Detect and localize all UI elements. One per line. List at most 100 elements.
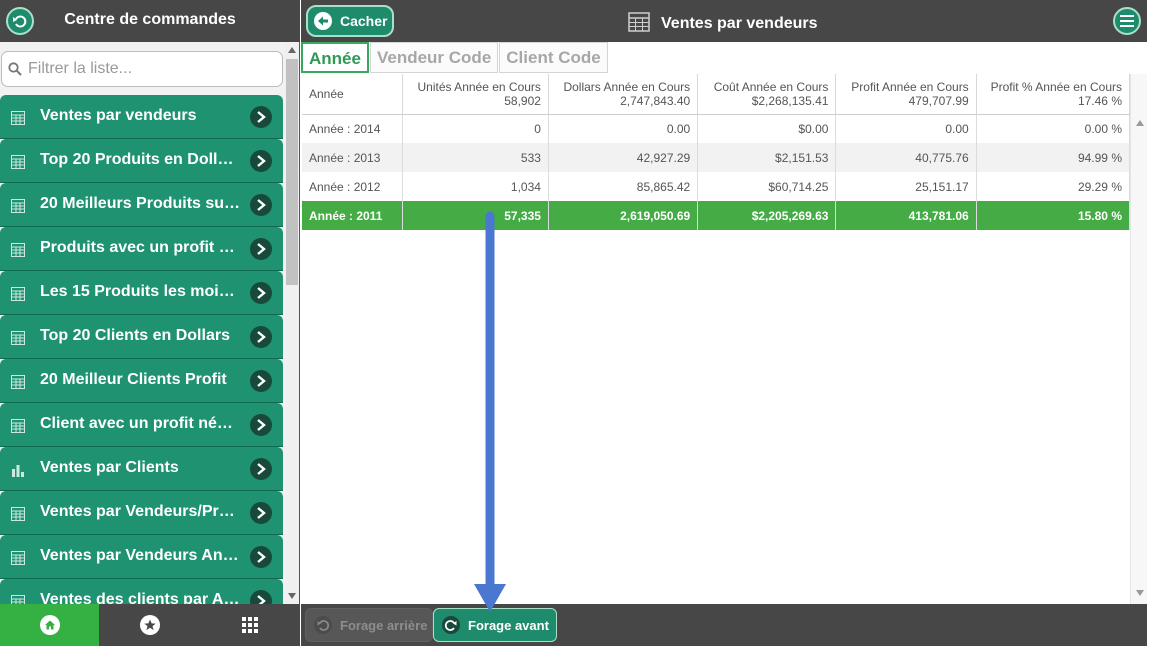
column-header-cout[interactable]: Coût Année en Cours $2,268,135.41 — [697, 74, 837, 115]
table-cell: Année : 2011 — [302, 201, 403, 230]
apps-button[interactable] — [200, 604, 299, 646]
list-item[interactable]: 20 Meilleur Clients Profit — [0, 359, 283, 403]
chevron-right-icon[interactable] — [250, 414, 272, 436]
list-item[interactable]: Ventes par vendeurs — [0, 95, 283, 139]
table-row[interactable]: Année : 2014 0 0.00 $0.00 0.00 0.00 % — [302, 114, 1131, 143]
table-row[interactable]: Année : 2011 57,335 2,619,050.69 $2,205,269… — [302, 201, 1131, 230]
list-item-label: 20 Meilleur Clients Profit — [40, 371, 227, 388]
table-cell: 1,034 — [402, 172, 549, 201]
table-cell: 0.00 — [835, 114, 977, 143]
list-item-label: Ventes par Vendeurs An… — [40, 547, 239, 564]
table-icon — [11, 243, 25, 257]
column-header-annee[interactable]: Année — [302, 74, 403, 115]
scroll-down-icon — [288, 593, 296, 599]
hide-button[interactable]: Cacher — [306, 5, 394, 37]
list-item-label: 20 Meilleurs Produits su… — [40, 195, 241, 212]
table-cell: 40,775.76 — [835, 143, 977, 172]
column-name: Unités Année en Cours — [417, 79, 541, 94]
table-cell: 42,927.29 — [548, 143, 699, 172]
list-item[interactable]: Ventes par Vendeurs/Pr… — [0, 491, 283, 535]
column-header-unites[interactable]: Unités Année en Cours 58,902 — [402, 74, 549, 115]
sales-grid: Année Unités Année en Cours 58,902 Dollar… — [302, 74, 1131, 230]
column-name: Année — [309, 86, 344, 101]
menu-button[interactable] — [1113, 7, 1141, 35]
scrollbar-thumb[interactable] — [286, 59, 298, 285]
list-item[interactable]: Client avec un profit né… — [0, 403, 283, 447]
filter-input[interactable] — [28, 52, 278, 86]
table-cell: 0 — [402, 114, 549, 143]
filter-box[interactable] — [1, 51, 283, 87]
list-item[interactable]: Top 20 Clients en Dollars — [0, 315, 283, 359]
column-total: 17.46 % — [1077, 93, 1122, 108]
list-item[interactable]: Ventes des clients par A… — [0, 579, 283, 604]
chevron-right-icon[interactable] — [250, 150, 272, 172]
back-icon — [13, 15, 27, 28]
list-item[interactable]: Top 20 Produits en Doll… — [0, 139, 283, 183]
list-item[interactable]: Ventes par Clients — [0, 447, 283, 491]
list-item[interactable]: 20 Meilleurs Produits su… — [0, 183, 283, 227]
chevron-right-icon[interactable] — [250, 458, 272, 480]
table-cell: 94.99 % — [976, 143, 1131, 172]
tab-annee[interactable]: Année — [301, 42, 369, 73]
redo-icon — [442, 616, 460, 634]
chevron-right-icon[interactable] — [250, 546, 272, 568]
column-total: $2,268,135.41 — [751, 93, 829, 108]
chevron-right-icon[interactable] — [250, 194, 272, 216]
undo-icon — [314, 616, 332, 634]
table-cell: 533 — [402, 143, 549, 172]
command-center-panel: Centre de commandes Ventes par vendeurs T… — [0, 0, 300, 646]
list-item-label: Client avec un profit né… — [40, 415, 233, 432]
table-icon — [11, 551, 25, 565]
list-item-label: Ventes par Vendeurs/Pr… — [40, 503, 235, 520]
list-scrollbar[interactable] — [285, 43, 299, 604]
grid-scrollbar[interactable] — [1130, 74, 1147, 604]
dimension-tabs: Année Vendeur Code Client Code — [301, 42, 609, 74]
table-cell: Année : 2012 — [302, 172, 403, 201]
favorites-button[interactable] — [100, 604, 199, 646]
list-item[interactable]: Les 15 Produits les moi… — [0, 271, 283, 315]
home-button[interactable] — [0, 604, 99, 646]
list-item[interactable]: Produits avec un profit … — [0, 227, 283, 271]
column-name: Profit Année en Cours — [851, 79, 969, 94]
table-cell: 413,781.06 — [835, 201, 977, 230]
table-icon — [11, 111, 25, 125]
bar-chart-icon — [11, 463, 25, 477]
tab-client-code[interactable]: Client Code — [499, 42, 608, 73]
table-cell: 0.00 % — [976, 114, 1131, 143]
drill-back-button[interactable]: Forage arrière — [305, 608, 433, 642]
table-icon — [11, 199, 25, 213]
back-button[interactable] — [6, 7, 34, 35]
table-cell: 2,619,050.69 — [548, 201, 699, 230]
chevron-right-icon[interactable] — [250, 326, 272, 348]
table-cell: Année : 2014 — [302, 114, 403, 143]
column-total: 58,902 — [504, 93, 541, 108]
chevron-right-icon[interactable] — [250, 106, 272, 128]
hide-button-label: Cacher — [340, 13, 388, 29]
table-cell: 29.29 % — [976, 172, 1131, 201]
tab-vendeur-code[interactable]: Vendeur Code — [369, 42, 499, 73]
chevron-right-icon[interactable] — [250, 282, 272, 304]
column-header-profit-pct[interactable]: Profit % Année en Cours 17.46 % — [976, 74, 1131, 115]
table-icon — [11, 155, 25, 169]
list-item-label: Top 20 Produits en Doll… — [40, 151, 234, 168]
report-panel: Cacher Ventes par vendeurs Année Vendeur… — [301, 0, 1147, 646]
column-header-profit[interactable]: Profit Année en Cours 479,707.99 — [835, 74, 977, 115]
table-cell: 25,151.17 — [835, 172, 977, 201]
report-list: Ventes par vendeurs Top 20 Produits en Do… — [0, 95, 284, 604]
apps-grid-icon — [241, 617, 258, 633]
chevron-right-icon[interactable] — [250, 370, 272, 392]
report-footer: Forage arrière Forage avant — [301, 604, 1147, 646]
search-icon — [8, 62, 22, 76]
column-header-dollars[interactable]: Dollars Année en Cours 2,747,843.40 — [548, 74, 699, 115]
table-cell: $60,714.25 — [697, 172, 837, 201]
chevron-right-icon[interactable] — [250, 238, 272, 260]
chevron-right-icon[interactable] — [250, 502, 272, 524]
chevron-right-icon[interactable] — [250, 590, 272, 604]
list-item-label: Top 20 Clients en Dollars — [40, 327, 230, 344]
table-icon — [11, 419, 25, 433]
table-row[interactable]: Année : 2013 533 42,927.29 $2,151.53 40,775.… — [302, 143, 1131, 172]
drill-forward-label: Forage avant — [468, 617, 549, 633]
list-item[interactable]: Ventes par Vendeurs An… — [0, 535, 283, 579]
drill-forward-button[interactable]: Forage avant — [433, 608, 557, 642]
table-row[interactable]: Année : 2012 1,034 85,865.42 $60,714.25 25,1… — [302, 172, 1131, 201]
